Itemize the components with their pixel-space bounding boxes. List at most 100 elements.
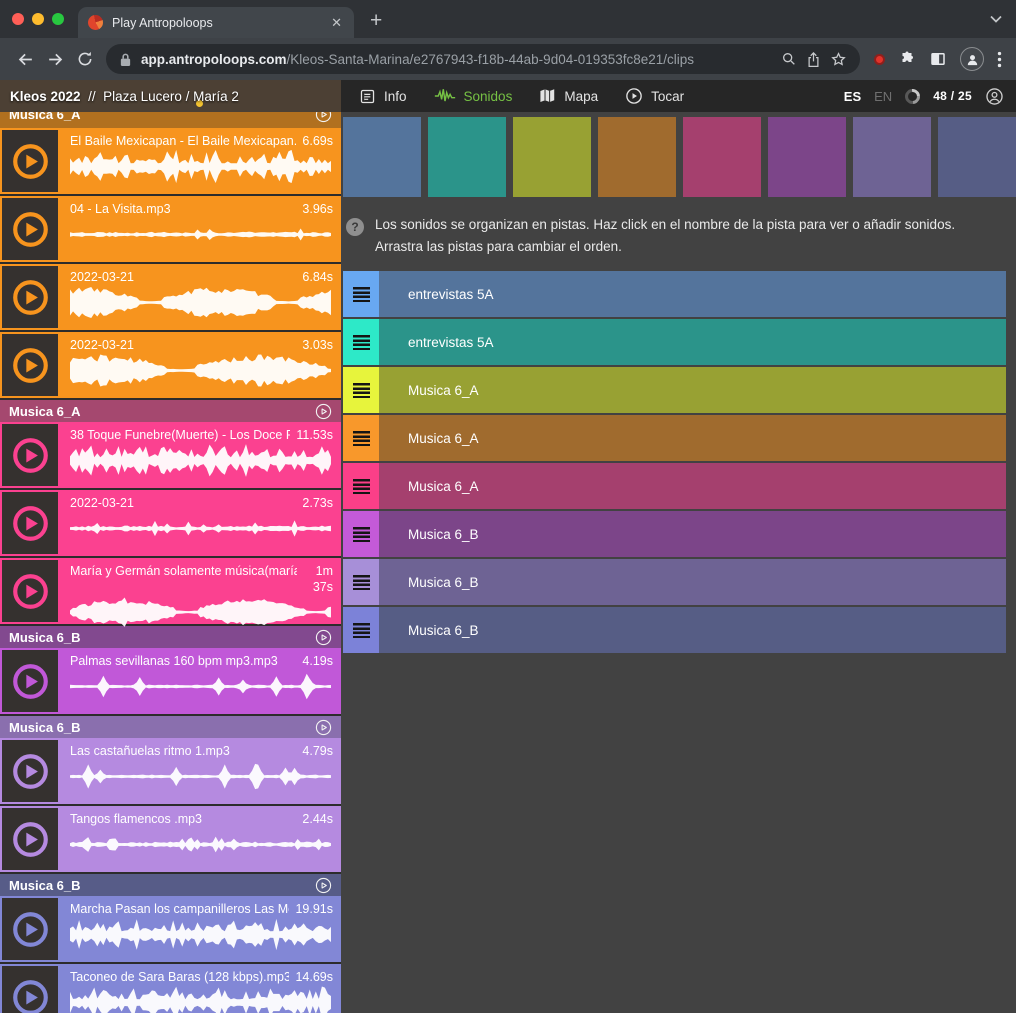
section-play-icon[interactable]: [315, 877, 332, 894]
content-area: Musica 6_AEl Baile Mexicapan - El Baile …: [0, 112, 1016, 1013]
clip-play-button[interactable]: [2, 898, 58, 960]
clip-row[interactable]: 2022-03-216.84s: [0, 264, 341, 330]
track-bar[interactable]: Musica 6_B: [379, 607, 1006, 653]
track-swatch[interactable]: [343, 117, 421, 197]
clip-row[interactable]: Tangos flamencos .mp32.44s: [0, 806, 341, 872]
track-swatch[interactable]: [683, 117, 761, 197]
nav-info[interactable]: Info: [359, 88, 407, 105]
clip-row[interactable]: Las castañuelas ritmo 1.mp34.79s: [0, 738, 341, 804]
lang-es-button[interactable]: ES: [844, 89, 861, 104]
clip-play-button[interactable]: [2, 492, 58, 554]
clip-row[interactable]: 2022-03-212.73s: [0, 490, 341, 556]
clip-row[interactable]: El Baile Mexicapan - El Baile Mexicapan.…: [0, 128, 341, 194]
clip-play-button[interactable]: [2, 808, 58, 870]
track-drag-handle[interactable]: [343, 319, 379, 365]
bookmark-star-icon[interactable]: [830, 51, 847, 68]
clip-row[interactable]: 2022-03-213.03s: [0, 332, 341, 398]
track-row[interactable]: Musica 6_B: [343, 607, 1006, 653]
magnifier-icon[interactable]: [781, 51, 797, 67]
zoom-window-button[interactable]: [52, 13, 64, 25]
track-drag-handle[interactable]: [343, 559, 379, 605]
share-icon[interactable]: [806, 51, 821, 68]
track-swatch[interactable]: [428, 117, 506, 197]
section-play-icon[interactable]: [315, 719, 332, 736]
browser-tab[interactable]: Play Antropoloops ✕: [78, 7, 354, 38]
clip-info: Taconeo de Sara Baras (128 kbps).mp314.6…: [70, 969, 333, 985]
track-bar[interactable]: Musica 6_B: [379, 511, 1006, 557]
clip-play-button[interactable]: [2, 424, 58, 486]
clip-play-button[interactable]: [2, 266, 58, 328]
forward-button[interactable]: [40, 44, 70, 74]
section-play-icon[interactable]: [315, 112, 332, 123]
track-drag-handle[interactable]: [343, 607, 379, 653]
url-bar[interactable]: app.antropoloops.com/Kleos-Santa-Marina/…: [106, 44, 860, 74]
clip-row[interactable]: 38 Toque Funebre(Muerte) - Los Doce Par.…: [0, 422, 341, 488]
clip-play-button[interactable]: [2, 966, 58, 1013]
track-swatch[interactable]: [938, 117, 1016, 197]
breadcrumb[interactable]: Kleos 2022 // Plaza Lucero / María 2: [0, 89, 341, 104]
account-icon[interactable]: [985, 87, 1004, 106]
track-swatch[interactable]: [768, 117, 846, 197]
back-button[interactable]: [10, 44, 40, 74]
clip-play-button[interactable]: [2, 334, 58, 396]
track-bar[interactable]: entrevistas 5A: [379, 271, 1006, 317]
track-drag-handle[interactable]: [343, 415, 379, 461]
track-bar[interactable]: Musica 6_A: [379, 367, 1006, 413]
side-panel-icon[interactable]: [929, 50, 947, 68]
clip-waveform: [70, 150, 333, 183]
profile-avatar[interactable]: [960, 47, 984, 71]
section-header-row: Musica 6_B: [9, 629, 332, 646]
track-section-header[interactable]: Musica 6_B: [0, 716, 341, 738]
clip-play-button[interactable]: [2, 740, 58, 802]
clip-row[interactable]: 04 - La Visita.mp33.96s: [0, 196, 341, 262]
clip-info: 2022-03-212.73s: [70, 495, 333, 511]
track-row[interactable]: entrevistas 5A: [343, 319, 1006, 365]
minimize-window-button[interactable]: [32, 13, 44, 25]
track-drag-handle[interactable]: [343, 367, 379, 413]
menu-kebab-icon[interactable]: [997, 51, 1002, 68]
track-section-header[interactable]: Musica 6_B: [0, 874, 341, 896]
track-bar[interactable]: Musica 6_A: [379, 463, 1006, 509]
track-drag-handle[interactable]: [343, 511, 379, 557]
clip-row[interactable]: Marcha Pasan los campanilleros Las Mejor…: [0, 896, 341, 962]
track-row[interactable]: entrevistas 5A: [343, 271, 1006, 317]
track-drag-handle[interactable]: [343, 463, 379, 509]
record-extension-icon[interactable]: [874, 54, 885, 65]
nav-sonidos[interactable]: Sonidos: [434, 88, 513, 104]
section-play-icon[interactable]: [315, 403, 332, 420]
close-window-button[interactable]: [12, 13, 24, 25]
track-bar[interactable]: entrevistas 5A: [379, 319, 1006, 365]
track-bar[interactable]: Musica 6_A: [379, 415, 1006, 461]
clip-play-button[interactable]: [2, 130, 58, 192]
track-row[interactable]: Musica 6_A: [343, 415, 1006, 461]
reload-button[interactable]: [70, 44, 100, 74]
new-tab-button[interactable]: +: [370, 9, 382, 33]
track-section-header[interactable]: Musica 6_B: [0, 626, 341, 648]
clip-play-button[interactable]: [2, 560, 58, 622]
tracks-panel: ? Los sonidos se organizan en pistas. Ha…: [341, 112, 1016, 1013]
drag-handle-icon: [353, 575, 370, 590]
track-bar[interactable]: Musica 6_B: [379, 559, 1006, 605]
extensions-puzzle-icon[interactable]: [898, 50, 916, 68]
nav-tocar[interactable]: Tocar: [625, 87, 684, 105]
clip-row[interactable]: Palmas sevillanas 160 bpm mp3.mp34.19s: [0, 648, 341, 714]
track-row[interactable]: Musica 6_A: [343, 463, 1006, 509]
nav-mapa[interactable]: Mapa: [539, 88, 598, 104]
tab-search-chevron-icon[interactable]: [990, 10, 1002, 28]
clip-play-button[interactable]: [2, 650, 58, 712]
track-section-header[interactable]: Musica 6_A: [0, 112, 341, 128]
lang-en-button[interactable]: EN: [874, 89, 892, 104]
track-swatch[interactable]: [598, 117, 676, 197]
tab-close-icon[interactable]: ✕: [329, 15, 344, 31]
track-row[interactable]: Musica 6_B: [343, 559, 1006, 605]
section-play-icon[interactable]: [315, 629, 332, 646]
clip-row[interactable]: Taconeo de Sara Baras (128 kbps).mp314.6…: [0, 964, 341, 1013]
clip-play-button[interactable]: [2, 198, 58, 260]
track-swatch[interactable]: [853, 117, 931, 197]
track-drag-handle[interactable]: [343, 271, 379, 317]
track-row[interactable]: Musica 6_A: [343, 367, 1006, 413]
track-row[interactable]: Musica 6_B: [343, 511, 1006, 557]
track-swatch[interactable]: [513, 117, 591, 197]
track-section-header[interactable]: Musica 6_A: [0, 400, 341, 422]
clip-row[interactable]: María y Germán solamente música(maría 2.…: [0, 558, 341, 624]
